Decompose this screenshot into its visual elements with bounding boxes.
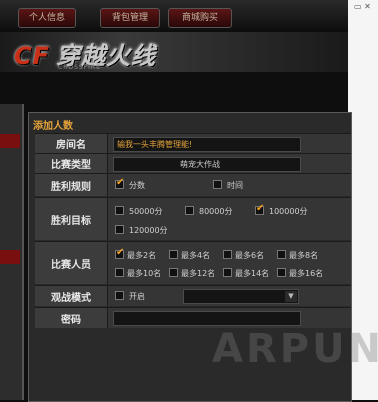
target-80000-checkbox[interactable] (185, 206, 194, 215)
row-password: 密码 (35, 307, 351, 328)
left-panel (0, 104, 24, 400)
dialog-title: 添加人数 (33, 121, 73, 132)
players-6-checkbox[interactable] (223, 250, 232, 259)
room-name-input[interactable]: 输我一头丰腾管理能! (113, 137, 301, 152)
row-room-name: 房间名 输我一头丰腾管理能! (35, 133, 351, 153)
target-120000-label: 120000分 (129, 226, 168, 235)
row-players: 比赛人员 最多2名 最多4名 最多6名 最多8名 最多10名 最多12名 最多1… (35, 241, 351, 284)
players-label: 比赛人员 (35, 242, 108, 284)
players-14-label: 最多14名 (235, 269, 270, 278)
players-2-label: 最多2名 (127, 251, 157, 260)
win-target-label: 胜利目标 (35, 198, 108, 240)
room-name-value: 输我一头丰腾管理能! (117, 140, 193, 149)
players-8-checkbox[interactable] (277, 250, 286, 259)
players-16-checkbox[interactable] (277, 268, 286, 277)
win-rule-score-checkbox[interactable] (115, 177, 124, 189)
target-100000-checkbox[interactable] (255, 203, 264, 215)
watermark: ARPUN (212, 326, 378, 372)
target-100000-label: 100000分 (269, 207, 308, 216)
target-120000-checkbox[interactable] (115, 225, 124, 234)
row-win-rule: 胜利规则 分数 时间 (35, 173, 351, 196)
password-input[interactable] (113, 311, 301, 326)
row-spectate: 观战模式 开启 ▼ (35, 285, 351, 306)
players-16-label: 最多16名 (289, 269, 324, 278)
players-8-label: 最多8名 (289, 251, 319, 260)
players-6-label: 最多6名 (235, 251, 265, 260)
spectate-checkbox[interactable] (115, 291, 124, 300)
players-14-checkbox[interactable] (223, 268, 232, 277)
target-50000-label: 50000分 (129, 207, 163, 216)
chevron-down-icon[interactable]: ▼ (285, 291, 297, 302)
spectate-option-label: 开启 (129, 292, 145, 301)
players-10-checkbox[interactable] (115, 268, 124, 277)
players-12-checkbox[interactable] (169, 268, 178, 277)
row-win-target: 胜利目标 50000分 80000分 100000分 120000分 (35, 197, 351, 240)
room-name-label: 房间名 (35, 134, 108, 153)
match-type-label: 比赛类型 (35, 154, 108, 173)
players-4-label: 最多4名 (181, 251, 211, 260)
spectate-label: 观战模式 (35, 286, 108, 306)
target-50000-checkbox[interactable] (115, 206, 124, 215)
match-type-value: 萌宠大作战 (180, 160, 220, 169)
players-4-checkbox[interactable] (169, 250, 178, 259)
match-type-select[interactable]: 萌宠大作战 (113, 157, 301, 172)
left-panel-tab[interactable] (0, 134, 20, 148)
win-rule-time-checkbox[interactable] (213, 180, 222, 189)
win-rule-score-label: 分数 (129, 181, 145, 190)
players-2-checkbox[interactable] (115, 247, 124, 259)
row-match-type: 比赛类型 萌宠大作战 (35, 153, 351, 173)
players-12-label: 最多12名 (181, 269, 216, 278)
password-label: 密码 (35, 308, 108, 328)
left-panel-tab[interactable] (0, 250, 20, 264)
top-button-3[interactable]: 商城购买 (168, 8, 232, 28)
window-control-icons[interactable]: ▭ ✕ (354, 2, 371, 11)
top-button-1[interactable]: 个人信息 (18, 8, 76, 28)
top-button-2[interactable]: 背包管理 (100, 8, 160, 28)
target-80000-label: 80000分 (199, 207, 233, 216)
win-rule-label: 胜利规则 (35, 174, 108, 196)
spectate-dropdown[interactable]: ▼ (183, 289, 299, 304)
players-10-label: 最多10名 (127, 269, 162, 278)
top-bar: 个人信息 背包管理 商城购买 (0, 0, 378, 33)
cf-logo-mark: CF (14, 42, 51, 70)
win-rule-time-label: 时间 (227, 181, 243, 190)
logo-subtitle: CROSSFIRE (58, 64, 101, 71)
